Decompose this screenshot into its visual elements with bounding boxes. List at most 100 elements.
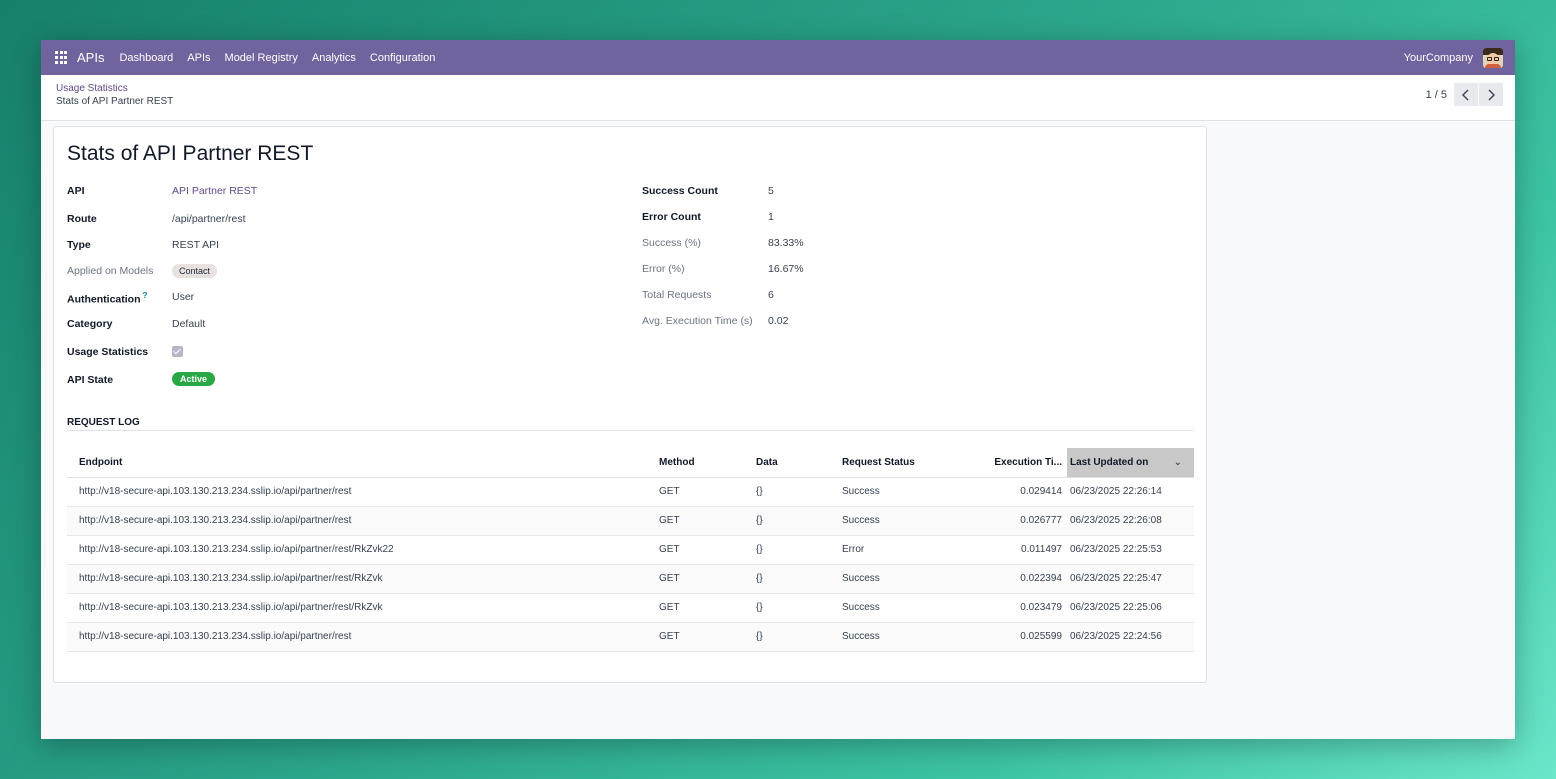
menu-analytics[interactable]: Analytics — [312, 52, 356, 64]
field-value-error-pct: 16.67% — [768, 263, 804, 275]
usage-statistics-checkbox[interactable] — [172, 346, 183, 357]
field-value-models: Contact — [172, 264, 218, 278]
chevron-right-icon — [1488, 89, 1495, 100]
table-row[interactable]: http://v18-secure-api.103.130.213.234.ss… — [67, 564, 1194, 594]
control-panel: Usage Statistics Stats of API Partner RE… — [41, 75, 1515, 121]
field-value-authentication: User — [172, 291, 195, 303]
pager: 1 / 5 — [1426, 83, 1503, 106]
execution-time-cell: 0.022394 — [949, 564, 1067, 594]
endpoint-cell: http://v18-secure-api.103.130.213.234.ss… — [67, 622, 647, 652]
section-divider — [67, 430, 1194, 431]
column-header-execution-time[interactable]: Execution Ti... — [949, 448, 1067, 478]
company-switcher[interactable]: YourCompany — [1404, 52, 1473, 64]
field-label-success-pct: Success (%) — [642, 237, 701, 249]
request-log-body: http://v18-secure-api.103.130.213.234.ss… — [67, 477, 1194, 652]
table-row[interactable]: http://v18-secure-api.103.130.213.234.ss… — [67, 535, 1194, 565]
request-log-table: Endpoint Method Data Request Status Exec… — [67, 448, 1194, 652]
field-value-category: Default — [172, 318, 206, 330]
field-label-success-count: Success Count — [642, 185, 718, 197]
method-cell: GET — [647, 506, 744, 536]
help-tooltip-icon[interactable]: ? — [143, 291, 148, 300]
status-cell: Success — [830, 506, 949, 536]
last-updated-cell: 06/23/2025 22:25:06 — [1067, 593, 1194, 623]
data-cell: {} — [744, 593, 830, 623]
status-cell: Success — [830, 564, 949, 594]
table-row[interactable]: http://v18-secure-api.103.130.213.234.ss… — [67, 593, 1194, 623]
status-cell: Success — [830, 477, 949, 507]
field-label-category: Category — [67, 318, 113, 330]
table-row[interactable]: http://v18-secure-api.103.130.213.234.ss… — [67, 622, 1194, 652]
menu-configuration[interactable]: Configuration — [370, 52, 435, 64]
app-name[interactable]: APIs — [77, 50, 104, 65]
column-header-endpoint[interactable]: Endpoint — [67, 448, 647, 478]
pager-value[interactable]: 1 / 5 — [1426, 89, 1447, 101]
column-header-data[interactable]: Data — [744, 448, 830, 478]
field-value-api[interactable]: API Partner REST — [172, 185, 257, 197]
user-avatar[interactable] — [1483, 47, 1503, 68]
last-updated-cell: 06/23/2025 22:24:56 — [1067, 622, 1194, 652]
table-row[interactable]: http://v18-secure-api.103.130.213.234.ss… — [67, 506, 1194, 536]
field-value-success-pct: 83.33% — [768, 237, 804, 249]
request-log-title: REQUEST LOG — [67, 417, 140, 428]
field-label-type: Type — [67, 239, 91, 251]
field-label-api-state: API State — [67, 374, 114, 386]
model-tag-contact[interactable]: Contact — [172, 264, 218, 278]
endpoint-cell: http://v18-secure-api.103.130.213.234.ss… — [67, 593, 647, 623]
column-header-method[interactable]: Method — [647, 448, 744, 478]
method-cell: GET — [647, 477, 744, 507]
field-label-avg-exec: Avg. Execution Time (s) — [642, 315, 753, 327]
data-cell: {} — [744, 506, 830, 536]
data-cell: {} — [744, 564, 830, 594]
column-header-last-updated[interactable]: Last Updated on ⌄ — [1067, 448, 1194, 478]
chevron-down-icon: ⌄ — [1173, 456, 1182, 468]
field-value-usage-statistics — [172, 346, 183, 360]
field-label-route: Route — [67, 213, 97, 225]
table-header-row: Endpoint Method Data Request Status Exec… — [67, 448, 1194, 478]
menu-model-registry[interactable]: Model Registry — [225, 52, 298, 64]
breadcrumb-current: Stats of API Partner REST — [56, 96, 174, 107]
table-row[interactable]: http://v18-secure-api.103.130.213.234.ss… — [67, 477, 1194, 507]
authentication-label-text: Authentication — [67, 293, 141, 306]
method-cell: GET — [647, 622, 744, 652]
method-cell: GET — [647, 564, 744, 594]
field-value-api-state: Active — [172, 372, 216, 386]
field-value-type: REST API — [172, 239, 220, 251]
field-value-route: /api/partner/rest — [172, 213, 246, 225]
status-cell: Error — [830, 535, 949, 565]
execution-time-cell: 0.023479 — [949, 593, 1067, 623]
status-cell: Success — [830, 593, 949, 623]
method-cell: GET — [647, 535, 744, 565]
last-updated-cell: 06/23/2025 22:26:14 — [1067, 477, 1194, 507]
breadcrumb-parent-link[interactable]: Usage Statistics — [56, 83, 128, 94]
execution-time-cell: 0.025599 — [949, 622, 1067, 652]
grid-icon[interactable] — [55, 51, 68, 64]
field-label-error-pct: Error (%) — [642, 263, 685, 275]
last-updated-header-label: Last Updated on — [1070, 456, 1149, 468]
field-value-success-count: 5 — [768, 185, 774, 197]
endpoint-cell: http://v18-secure-api.103.130.213.234.ss… — [67, 477, 647, 507]
column-header-request-status[interactable]: Request Status — [830, 448, 949, 478]
top-navbar: APIs Dashboard APIs Model Registry Analy… — [41, 40, 1515, 75]
execution-time-cell: 0.026777 — [949, 506, 1067, 536]
endpoint-cell: http://v18-secure-api.103.130.213.234.ss… — [67, 535, 647, 565]
menu-dashboard[interactable]: Dashboard — [119, 52, 173, 64]
last-updated-cell: 06/23/2025 22:25:47 — [1067, 564, 1194, 594]
field-label-total-requests: Total Requests — [642, 289, 712, 301]
pager-next-button[interactable] — [1479, 83, 1503, 106]
endpoint-cell: http://v18-secure-api.103.130.213.234.ss… — [67, 506, 647, 536]
app-window: APIs Dashboard APIs Model Registry Analy… — [41, 40, 1515, 739]
field-label-authentication: Authentication? — [67, 291, 147, 306]
chevron-left-icon — [1462, 89, 1469, 100]
execution-time-cell: 0.011497 — [949, 535, 1067, 565]
field-label-api: API — [67, 185, 85, 197]
field-label-models: Applied on Models — [67, 265, 154, 277]
data-cell: {} — [744, 535, 830, 565]
status-cell: Success — [830, 622, 949, 652]
status-badge: Active — [172, 372, 216, 386]
field-label-error-count: Error Count — [642, 211, 701, 223]
menu-apis[interactable]: APIs — [187, 52, 210, 64]
pager-previous-button[interactable] — [1454, 83, 1478, 106]
method-cell: GET — [647, 593, 744, 623]
field-label-usage-statistics: Usage Statistics — [67, 346, 149, 358]
data-cell: {} — [744, 477, 830, 507]
